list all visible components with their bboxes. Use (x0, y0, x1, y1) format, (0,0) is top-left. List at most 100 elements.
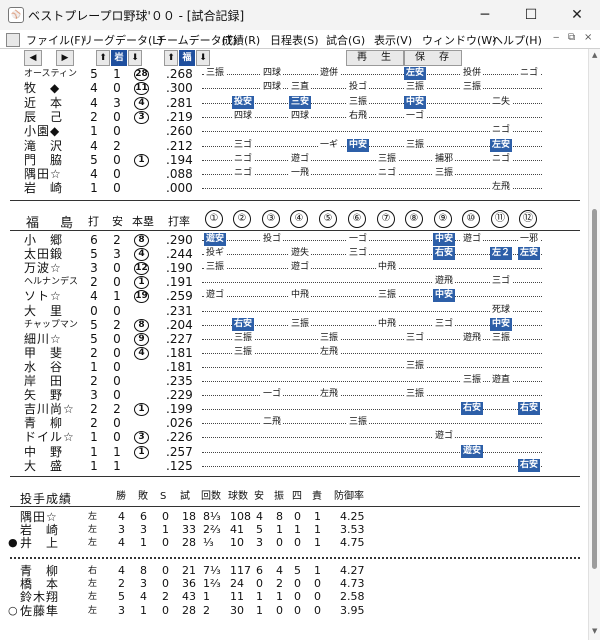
pitching-er: 1 (314, 510, 321, 523)
at-bats: 4 (90, 167, 98, 182)
home-run-count: 8 (134, 318, 149, 332)
away-scroll-down-button[interactable]: ⬇ (128, 50, 142, 66)
batter-row[interactable]: 矢 野 3 0 .229 一ゴ 左飛 三振 (0, 388, 588, 402)
batter-row[interactable]: 牧 ◆ 4 0 11 .300 四球 三直 投ゴ 三振 三振 (0, 81, 588, 96)
at-bats: 5 (90, 152, 98, 167)
pitcher-row[interactable]: 岩 崎左 3 3 1 33 2⅔ 41 5 1 1 1 3.53 (0, 524, 588, 537)
hit-result: 右安 (433, 247, 456, 261)
pitching-h: 3 (256, 536, 263, 550)
batter-row[interactable]: 大 盛 1 1 .125 右安 (0, 458, 588, 473)
batter-row[interactable]: 大 里 0 0 .231 死球 (0, 303, 588, 318)
batter-row[interactable]: 小園◆ 1 0 .260 ニゴ (0, 124, 588, 138)
batter-row[interactable]: ドイル☆ 1 0 3 .226 遊ゴ (0, 430, 588, 445)
hits: 0 (113, 430, 121, 445)
at-bat-result: 中飛 (376, 261, 399, 275)
save-button[interactable]: 保 存 (404, 50, 462, 66)
pitcher-row[interactable]: 鈴木翔左 5 4 2 43 1 11 1 1 0 0 2.58 (0, 591, 588, 604)
at-bat-result: 四球 (261, 67, 284, 80)
hits: 2 (113, 233, 121, 247)
at-bat-result: 三振 (461, 374, 484, 387)
pitching-col-header: 安 (254, 491, 264, 502)
away-scroll-up-button[interactable]: ⬆ (96, 50, 110, 66)
at-bat-dotted-line (202, 268, 542, 270)
pitching-columns: 勝 敗 S 試回数 球数安振四責 防御率 (0, 491, 588, 505)
replay-button[interactable]: 再 生 (346, 50, 404, 66)
batter-row[interactable]: ソト☆ 4 1 19 .259 遊ゴ 中飛 三振 中安 (0, 289, 588, 304)
batter-row[interactable]: 隅田☆ 4 0 .088 ニゴ 一飛 ニゴ 三振 (0, 167, 588, 181)
batting-average: .190 (166, 261, 193, 276)
pitching-so: 0 (276, 536, 283, 550)
inning-number: ⑩ (462, 210, 480, 228)
menu-view[interactable]: 表示(V) (374, 32, 412, 48)
at-bats: 4 (90, 289, 98, 304)
pitching-col-header: 四 (292, 491, 302, 502)
batting-average: .181 (166, 359, 193, 374)
prev-game-button[interactable]: ◀ (24, 50, 42, 66)
mdi-restore-button[interactable]: ⧉ (568, 32, 575, 43)
pitcher-row[interactable]: 橋 本左 2 3 0 36 1⅔ 24 0 2 0 0 4.73 (0, 578, 588, 591)
mdi-close-button[interactable]: × (584, 32, 592, 43)
batter-row[interactable]: 甲 斐 2 0 4 .181 三振 左飛 (0, 345, 588, 360)
hits: 0 (113, 345, 121, 360)
batter-row[interactable]: ヘルナンデス 2 0 1 .191 遊飛 三ゴ (0, 275, 588, 290)
menu-records[interactable]: 成績(R) (222, 32, 260, 48)
maximize-button[interactable]: ☐ (508, 0, 554, 30)
pitcher-row[interactable]: 隅田☆ 左 4 6 0 18 8⅓ 108 4 8 0 1 4.25 (0, 510, 588, 524)
batter-row[interactable]: チャップマン 5 2 8 .204 右安 三振 中飛 三ゴ 中安 (0, 317, 588, 332)
batter-row[interactable]: 万波☆ 3 0 12 .190 三振 遊ゴ 中飛 (0, 261, 588, 276)
away-team-button[interactable]: 岩 (111, 50, 127, 66)
batter-row[interactable]: 細川☆ 5 0 9.227 三振 三振 三ゴ 遊飛 三振 (0, 331, 588, 346)
batter-name: 矢 野 (24, 388, 64, 403)
batter-row[interactable]: 青 柳 2 0 .026 二飛 三振 (0, 416, 588, 430)
pitching-g: 28 (182, 603, 196, 617)
scroll-down-arrow-icon[interactable]: ▼ (592, 627, 597, 635)
pitcher-row[interactable]: 青 柳右 4 8 0 21 7⅓ 117 6 4 5 1 4.27 (0, 564, 588, 578)
batter-row[interactable]: 小 郷 6 2 8 .290 遊安 投ゴ 一ゴ 中安 遊ゴ 一邪 (0, 233, 588, 247)
batter-row[interactable]: 中 野 1 1 1.257 遊安 (0, 444, 588, 459)
batter-row[interactable]: 吉川尚☆ 2 2 1.199 右安 右安 (0, 402, 588, 417)
pitching-g: 21 (182, 564, 196, 577)
pitching-col-header: 球数 (228, 491, 248, 502)
at-bat-result: 三振 (347, 416, 370, 430)
batter-row[interactable]: 岩 崎 1 0 .000 左飛 (0, 181, 588, 195)
menu-league-data[interactable]: リーグデータ(L) (82, 32, 163, 48)
document-icon[interactable] (6, 33, 20, 47)
home-run-count: 8 (134, 234, 149, 247)
at-bat-dotted-line (202, 465, 542, 467)
batter-row[interactable]: 近 本 4 3 4 .281 投安 三安 三振 中安 二失 (0, 95, 588, 110)
scroll-up-arrow-icon[interactable]: ▲ (592, 51, 597, 59)
at-bats: 2 (90, 275, 98, 290)
batter-row[interactable]: 辰 己 2 0 3 .219 四球 四球 右飛 一ゴ (0, 109, 588, 124)
at-bat-result: 三振 (404, 359, 427, 373)
home-scroll-down-button[interactable]: ⬇ (196, 50, 210, 66)
pitcher-row[interactable]: ● 井 上左 4 1 0 28 ⅓ 10 3 0 0 1 4.75 (0, 536, 588, 550)
batter-row[interactable]: 水 谷 1 0 .181 三振 (0, 359, 588, 374)
pitching-ip: 7⅓ (203, 564, 221, 577)
menu-game[interactable]: 試合(G) (326, 32, 365, 48)
at-bat-dotted-line (202, 423, 542, 425)
batter-row[interactable]: 太田鍛 5 3 4 .244 投ギ 遊失 三ゴ 右安 左２ 左安 (0, 247, 588, 262)
minimize-button[interactable]: ─ (462, 0, 508, 30)
batter-row[interactable]: オースティン 5 1 28 .268 三振 四球 遊併 左安 投併 ニゴ (0, 67, 588, 81)
at-bat-result: 遊ゴ (289, 152, 312, 166)
home-run-count: 28 (134, 68, 149, 81)
menu-window[interactable]: ウィンドウ(W) (422, 32, 496, 48)
home-team-button[interactable]: 福 (179, 50, 195, 66)
menu-schedule[interactable]: 日程表(S) (270, 32, 319, 48)
next-game-button[interactable]: ▶ (56, 50, 74, 66)
batter-row[interactable]: 門 脇 5 0 1 .194 ニゴ 遊ゴ 三振 捕邪 ニゴ (0, 152, 588, 167)
pitching-col-header: 試 (180, 491, 190, 502)
vertical-scrollbar[interactable]: ▲ ▼ (588, 49, 600, 640)
pitcher-row[interactable]: ○ 佐藤隼左 3 1 0 28 2 30 1 0 0 0 3.95 (0, 603, 588, 617)
home-run-count: 12 (134, 262, 149, 276)
menu-file[interactable]: ファイル(F) (26, 32, 85, 48)
batter-row[interactable]: 岸 田 2 0 .235 三振 遊直 (0, 374, 588, 388)
pitching-era: 4.75 (340, 536, 365, 550)
menu-help[interactable]: ヘルプ(H) (492, 32, 542, 48)
batter-row[interactable]: 滝 沢 4 2 .212 三ゴ 一ギ 中安 三振 左安 (0, 138, 588, 153)
batting-average: .259 (166, 289, 193, 304)
scrollbar-thumb[interactable] (592, 209, 597, 569)
home-scroll-up-button[interactable]: ⬆ (164, 50, 178, 66)
mdi-minimize-button[interactable]: ‒ (553, 32, 559, 43)
close-button[interactable]: ✕ (554, 0, 600, 30)
